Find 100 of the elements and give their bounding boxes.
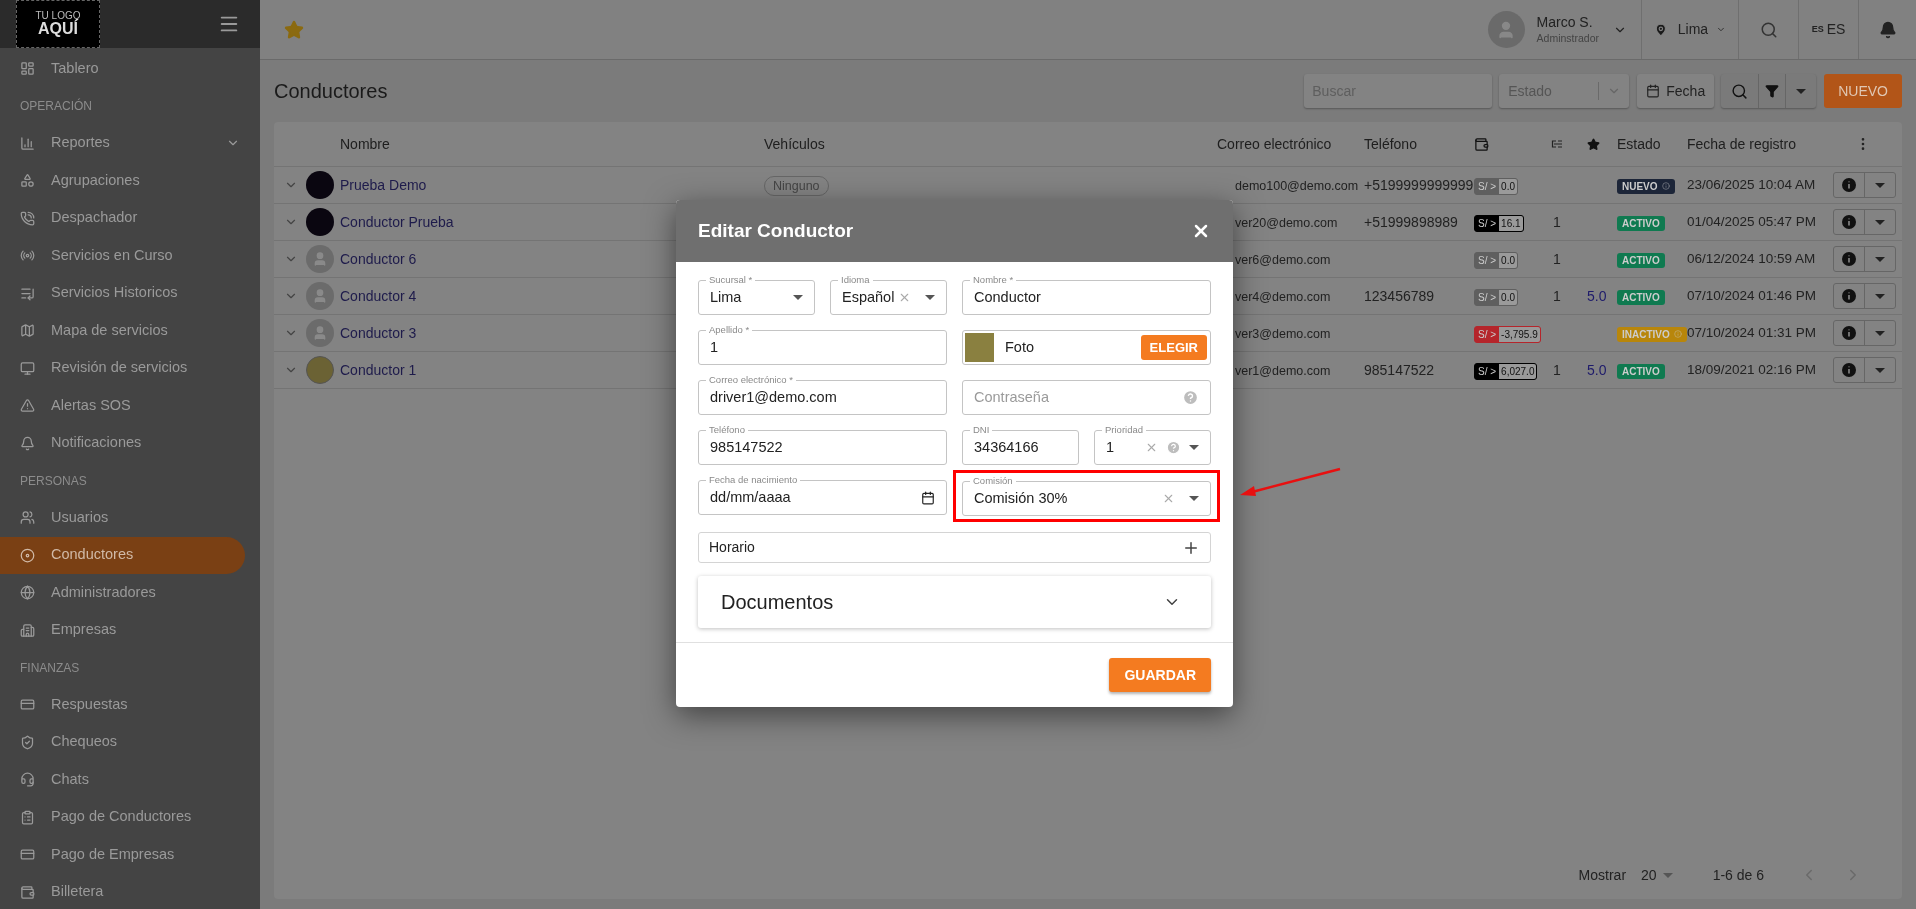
- table-cell-text: 123456789: [1364, 286, 1436, 306]
- rating-value: 5.0: [1587, 360, 1608, 380]
- clear-icon[interactable]: [898, 291, 911, 304]
- wallet-badge: S/ > 0.0: [1474, 288, 1518, 306]
- birth-date-field[interactable]: Fecha de nacimiento dd/mm/aaaa: [698, 472, 947, 515]
- table-cell: demo100@demo.com: [1235, 178, 1359, 193]
- table-cell-text: 1: [1552, 212, 1562, 232]
- password-field[interactable]: Contraseña: [962, 380, 1211, 415]
- info-icon: [1842, 289, 1856, 303]
- sidebar-item[interactable]: Administradores: [0, 574, 260, 612]
- dialog-title: Editar Conductor: [698, 218, 854, 243]
- sidebar-item[interactable]: Agrupaciones: [0, 162, 260, 200]
- caret-icon: [1796, 88, 1807, 94]
- logo[interactable]: TU LOGO AQUÍ: [16, 0, 100, 48]
- sidebar-item[interactable]: Pago de Empresas: [0, 836, 260, 874]
- section-label: OPERACIÓN: [19, 97, 93, 115]
- status-badge: NUEVO: [1617, 178, 1675, 194]
- driver-name[interactable]: Prueba Demo: [340, 174, 764, 196]
- new-button[interactable]: NUEVO: [1824, 74, 1902, 108]
- choose-button[interactable]: ELEGIR: [1140, 335, 1207, 360]
- column-header: Estado: [1617, 134, 1662, 154]
- sidebar-item[interactable]: Notificaciones: [0, 424, 260, 462]
- user-role: Adminstrador: [1536, 31, 1599, 45]
- sidebar-item[interactable]: Servicios en Curso: [0, 237, 260, 275]
- wallet-icon: [1474, 136, 1489, 152]
- caret-icon: [1875, 219, 1885, 225]
- sidebar-item[interactable]: Mapa de servicios: [0, 312, 260, 350]
- caret-icon: [1875, 256, 1885, 262]
- table-cell: ver20@demo.com: [1235, 215, 1338, 230]
- page-title: Conductores: [274, 79, 389, 104]
- sidebar-item[interactable]: Usuarios: [0, 499, 260, 537]
- map-icon: [20, 323, 35, 339]
- shapes-icon: [20, 173, 35, 189]
- sidebar-item[interactable]: Chats: [0, 761, 260, 799]
- page-size-select[interactable]: 20: [1641, 864, 1673, 886]
- wallet-badge: S/ > 16.1: [1474, 214, 1524, 232]
- user-menu[interactable]: Marco S. Adminstrador: [1487, 0, 1641, 59]
- globe-icon: [20, 585, 35, 601]
- info-icon: [1842, 178, 1856, 192]
- password-input[interactable]: Contraseña: [974, 386, 1182, 409]
- caret-icon: [1189, 445, 1199, 450]
- monitor-icon: [20, 360, 35, 376]
- sidebar-item[interactable]: Billetera: [0, 873, 260, 909]
- clear-icon[interactable]: [1162, 492, 1175, 505]
- sidebar-item[interactable]: Pago de Conductores: [0, 798, 260, 836]
- star-icon: [1587, 137, 1600, 151]
- schedule-row[interactable]: Horario: [698, 532, 1211, 563]
- table-cell-text: 06/12/2024 10:59 AM: [1687, 249, 1817, 268]
- field-label: Apellido *: [706, 323, 753, 337]
- clear-icon[interactable]: [1145, 441, 1158, 454]
- users-icon: [20, 510, 35, 526]
- save-button[interactable]: GUARDAR: [1109, 658, 1211, 692]
- sidebar-item[interactable]: Revisión de servicios: [0, 349, 260, 387]
- table-cell-text: 985147522: [1364, 360, 1436, 380]
- status-badge: ACTIVO: [1617, 363, 1665, 379]
- sidebar-item[interactable]: Conductores: [0, 536, 245, 574]
- table-cell-text: 1: [1552, 286, 1562, 306]
- page-range: 1-6 de 6: [1712, 865, 1764, 885]
- language-selector[interactable]: ES ES: [1798, 0, 1858, 59]
- sidebar-item[interactable]: Reportes: [0, 124, 260, 162]
- filter-icon: [1765, 84, 1780, 98]
- clipboard-icon: [20, 809, 35, 825]
- caret-icon: [1875, 367, 1885, 373]
- city-selector[interactable]: Lima: [1641, 0, 1738, 59]
- table-cell-text: 23/06/2025 10:04 AM: [1687, 175, 1817, 194]
- sidebar-item[interactable]: Tablero: [0, 50, 260, 88]
- column-header: Nombre: [340, 134, 391, 154]
- info-icon: [1673, 330, 1682, 338]
- column-header: Vehículos: [764, 134, 826, 154]
- calendar-icon[interactable]: [921, 490, 935, 505]
- table-cell: ver3@demo.com: [1235, 326, 1331, 341]
- caret-icon: [793, 295, 803, 300]
- table-cell-text: +5199999999999: [1364, 175, 1474, 195]
- table-cell: ver6@demo.com: [1235, 252, 1331, 267]
- search-icon: [1731, 82, 1749, 100]
- card-icon: [20, 847, 35, 863]
- photo-label: Foto: [1005, 337, 1035, 357]
- section-label: PERSONAS: [19, 472, 88, 490]
- sidebar-item[interactable]: Servicios Historicos: [0, 274, 260, 312]
- sidebar-item[interactable]: Respuestas: [0, 686, 260, 724]
- table-cell-text: 18/09/2021 02:16 PM: [1687, 360, 1818, 379]
- table-cell-text: +51999898989: [1364, 212, 1459, 232]
- info-icon: [1842, 215, 1856, 229]
- table-cell-text: 07/10/2024 01:31 PM: [1687, 323, 1818, 342]
- list-icon: [20, 285, 35, 301]
- date-button[interactable]: Fecha: [1637, 74, 1715, 108]
- dashboard-icon: [20, 61, 35, 77]
- status-badge: INACTIVO: [1617, 326, 1687, 342]
- table-cell: ver4@demo.com: [1235, 289, 1331, 304]
- sidebar-item[interactable]: Alertas SOS: [0, 387, 260, 425]
- sidebar-item[interactable]: Chequeos: [0, 723, 260, 761]
- sidebar-item[interactable]: Despachador: [0, 199, 260, 237]
- notification-icon[interactable]: [1878, 20, 1897, 39]
- date-input[interactable]: dd/mm/aaaa: [710, 486, 921, 509]
- sidebar-item[interactable]: Empresas: [0, 611, 260, 649]
- status-badge: ACTIVO: [1617, 215, 1665, 231]
- search-icon[interactable]: [1759, 20, 1778, 39]
- column-header: Correo electrónico: [1216, 134, 1333, 154]
- shield-icon: [20, 734, 35, 750]
- documents-accordion[interactable]: Documentos: [698, 576, 1211, 628]
